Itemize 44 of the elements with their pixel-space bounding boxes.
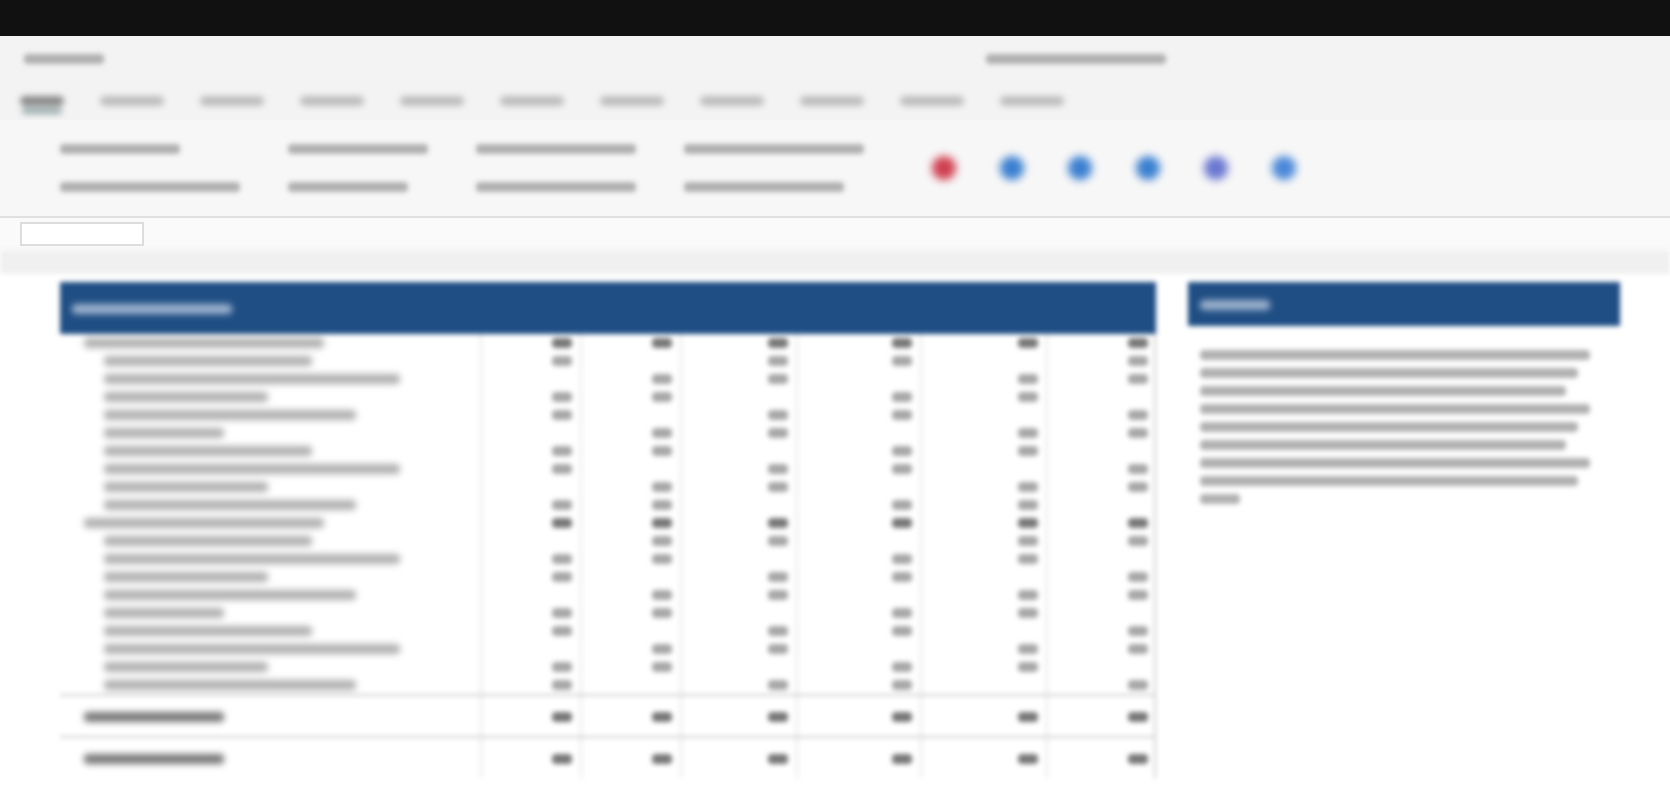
toolbar-icon[interactable] xyxy=(1204,156,1228,180)
toolbar-icon[interactable] xyxy=(1000,156,1024,180)
illegible-text xyxy=(768,680,788,690)
illegible-text xyxy=(24,53,104,63)
illegible-text xyxy=(768,753,788,763)
ribbon-tab[interactable] xyxy=(800,95,864,105)
illegible-text xyxy=(84,711,224,721)
ribbon-tab[interactable] xyxy=(1000,95,1064,105)
illegible-text xyxy=(288,144,428,154)
ribbon-tab[interactable] xyxy=(500,95,564,105)
illegible-text xyxy=(652,338,672,348)
toolbar-icon[interactable] xyxy=(1068,156,1092,180)
illegible-text xyxy=(892,753,912,763)
illegible-text xyxy=(552,711,572,721)
illegible-text xyxy=(768,711,788,721)
illegible-text xyxy=(1128,680,1148,690)
ribbon-tab[interactable] xyxy=(600,95,664,105)
ribbon-tab[interactable] xyxy=(300,95,364,105)
ribbon-tab[interactable] xyxy=(900,95,964,105)
illegible-text xyxy=(892,711,912,721)
ribbon-tab[interactable] xyxy=(100,95,164,105)
toolbar-icon[interactable] xyxy=(1136,156,1160,180)
ribbon-tab[interactable] xyxy=(700,95,764,105)
illegible-text xyxy=(652,711,672,721)
illegible-text xyxy=(104,428,224,438)
illegible-text xyxy=(1018,711,1038,721)
illegible-text xyxy=(1128,753,1148,763)
illegible-text xyxy=(1128,711,1148,721)
illegible-text xyxy=(1200,299,1270,309)
illegible-text xyxy=(552,753,572,763)
illegible-text xyxy=(60,144,180,154)
illegible-text xyxy=(652,753,672,763)
illegible-text xyxy=(84,753,224,763)
ribbon-tab[interactable] xyxy=(200,95,264,105)
illegible-text xyxy=(104,608,224,618)
illegible-text xyxy=(1018,338,1038,348)
formula-field[interactable] xyxy=(20,222,144,246)
ribbon-tab[interactable] xyxy=(20,95,64,105)
toolbar-icon[interactable] xyxy=(1272,156,1296,180)
illegible-text xyxy=(1200,494,1240,504)
toolbar-icon[interactable] xyxy=(932,156,956,180)
illegible-text xyxy=(1018,753,1038,763)
ribbon-tab[interactable] xyxy=(400,95,464,105)
illegible-text xyxy=(288,182,408,192)
